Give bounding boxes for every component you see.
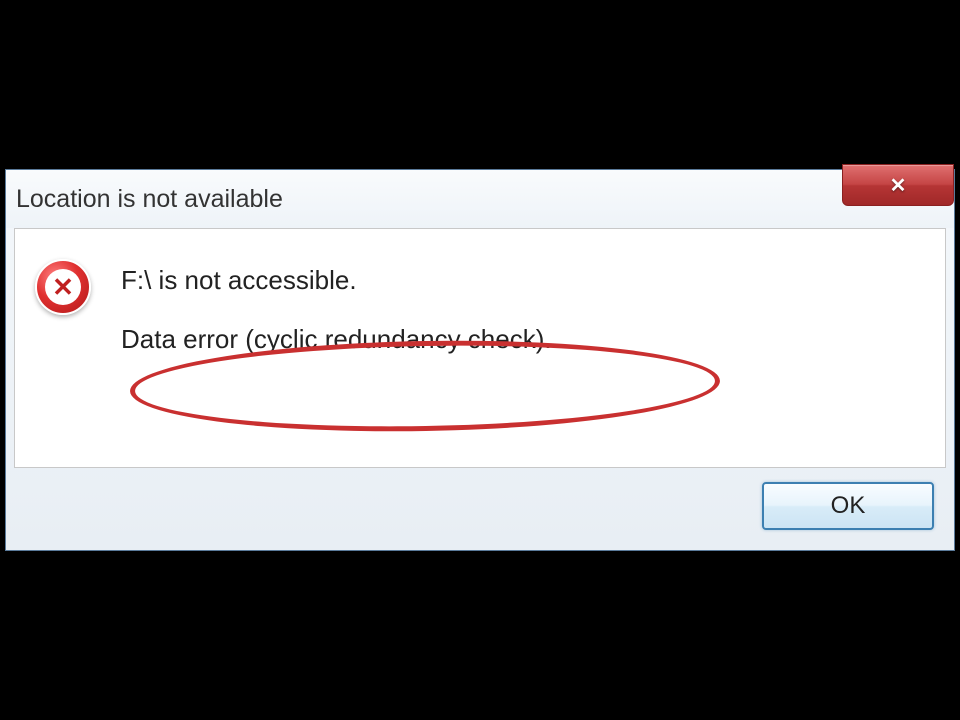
message-row: ✕ F:\ is not accessible. Data error (cyc…: [35, 259, 925, 355]
dialog-title: Location is not available: [16, 185, 283, 214]
close-button[interactable]: ✕: [842, 164, 954, 206]
dialog-titlebar[interactable]: Location is not available ✕: [6, 170, 954, 228]
error-icon: ✕: [35, 259, 91, 315]
dialog-content: ✕ F:\ is not accessible. Data error (cyc…: [14, 228, 946, 468]
close-icon: ✕: [890, 173, 907, 198]
ok-button[interactable]: OK: [762, 482, 934, 530]
message-line-1: F:\ is not accessible.: [121, 265, 925, 296]
message-line-2: Data error (cyclic redundancy check).: [121, 324, 552, 355]
message-text: F:\ is not accessible. Data error (cycli…: [121, 259, 925, 355]
error-dialog: Location is not available ✕ ✕ F:\ is not…: [5, 169, 955, 551]
button-row: OK: [6, 468, 954, 550]
